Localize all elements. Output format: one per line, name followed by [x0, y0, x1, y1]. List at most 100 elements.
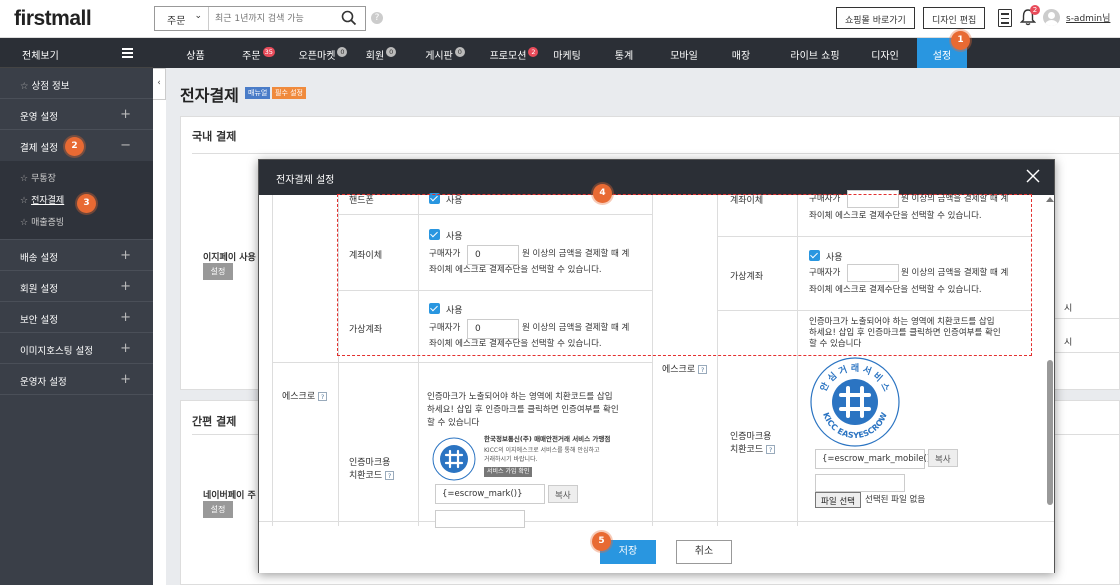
close-icon[interactable] [1026, 169, 1040, 183]
search-category-label: 주문 [167, 16, 186, 27]
sidebar-item-label: 상점 정보 [31, 81, 70, 92]
easy-payment-title: 간편 결제 [192, 415, 237, 428]
mark-code-label: 인증마크용 치환코드? [349, 457, 395, 483]
nav-item-mobile[interactable]: 모바일 [653, 38, 715, 68]
nav-label: 프로모션 [489, 51, 527, 62]
mark-desc-2: 하세요! 삽입 후 인증마크를 클릭하면 인증여부를 확인 [427, 405, 619, 415]
search-category-select[interactable]: 주문 ⌄ [155, 7, 209, 30]
seal-sub-1: KICC의 이지에스크로 서비스를 통해 안심하고 [484, 447, 600, 454]
help-icon[interactable]: ? [371, 12, 383, 24]
nav-badge: 0 [386, 47, 397, 57]
nav-badge: 0 [454, 47, 465, 57]
right-mark-code-label: 인증마크용 치환코드? [730, 431, 776, 457]
username-link[interactable]: s-admin님 [1066, 11, 1110, 24]
copy-button[interactable]: 복사 [548, 485, 578, 503]
seal-title: 한국정보통신(주) 매매안전거래 서비스 가맹점 [484, 435, 611, 443]
domestic-payment-title: 국내 결제 [192, 130, 237, 143]
sidebar-item-delivery[interactable]: 배송 설정 + [0, 240, 153, 271]
sidebar-item-label: 회원 설정 [20, 284, 58, 295]
background-text-fragment: 시 [1064, 338, 1073, 348]
help-icon[interactable]: ? [385, 471, 395, 480]
document-icon[interactable] [998, 9, 1012, 27]
sidebar-item-security[interactable]: 보안 설정 + [0, 302, 153, 333]
scroll-thumb[interactable] [1047, 360, 1053, 505]
cancel-button[interactable]: 취소 [676, 540, 732, 564]
seal-subtext: KICC의 이지에스크로 서비스를 통해 안심하고 거래하시기 바랍니다. [484, 446, 600, 464]
top-bar: firstmall 주문 ⌄ ? 쇼핑몰 바로가기 디자인 편집 2 s-admi… [0, 0, 1120, 38]
escrow-code-input[interactable]: {=escrow_mark()} [435, 484, 545, 504]
right-escrow-code-input[interactable]: {=escrow_mark_mobile()} [815, 449, 936, 469]
search-input[interactable] [215, 7, 335, 30]
nav-item-live-shopping[interactable]: 라이브 쇼핑 [767, 38, 863, 68]
grid-line [272, 362, 652, 363]
sidebar-item-admin[interactable]: 운영자 설정 + [0, 364, 153, 395]
mark-description: 인증마크가 노출되어야 하는 영역에 치환코드를 삽입 하세요! 삽입 후 인증마… [427, 391, 619, 430]
kicc-escrow-seal-large: 안 심 거 래 서 비 스 KICC EASYESCROW [810, 357, 900, 447]
divider [192, 153, 1120, 154]
sidebar-subitem-receipt[interactable]: ☆ 매출증빙 [0, 209, 153, 231]
plus-icon: + [120, 310, 131, 325]
nav-label: 매장 [731, 51, 751, 62]
sidebar-item-label: 결제 설정 [20, 143, 58, 154]
nav-label: 회원 [365, 51, 385, 62]
help-icon[interactable]: ? [766, 445, 776, 454]
sidebar-header-label: 전체보기 [22, 51, 59, 62]
hamburger-icon[interactable] [122, 48, 133, 60]
sidebar-item-store-info[interactable]: ☆ 상점 정보 [0, 68, 153, 99]
modal-scrollbar[interactable] [1045, 195, 1055, 507]
sidebar-item-operation[interactable]: 운영 설정 + [0, 99, 153, 130]
right-copy-button[interactable]: 복사 [928, 449, 958, 467]
plus-icon: + [120, 372, 131, 387]
nav-label: 모바일 [670, 51, 698, 62]
search-icon[interactable] [341, 10, 357, 26]
sidebar-item-label: 보안 설정 [20, 315, 58, 326]
easypay-settings-button[interactable]: 설정 [203, 263, 233, 280]
step-marker-4: 4 [593, 184, 612, 203]
nav-item-design[interactable]: 디자인 [853, 38, 917, 68]
sidebar-item-label: 이미지호스팅 설정 [20, 346, 93, 357]
seal-service-button[interactable]: 서비스 가입 확인 [484, 467, 533, 477]
step-marker-3: 3 [77, 194, 96, 213]
nav-label: 오픈마켓 [298, 51, 336, 62]
logo[interactable]: firstmall [14, 7, 92, 31]
file-path-input[interactable] [435, 510, 525, 528]
naverpay-settings-button[interactable]: 설정 [203, 501, 233, 518]
grid-line [272, 195, 273, 526]
help-icon[interactable]: ? [318, 392, 328, 401]
nav-badge: 35 [262, 47, 275, 57]
file-status-text: 선택된 파일 없음 [865, 495, 926, 505]
naverpay-row-label: 네이버페이 주 [203, 491, 256, 501]
step-marker-2: 2 [65, 137, 84, 156]
nav-label: 라이브 쇼핑 [790, 51, 840, 62]
file-select-button[interactable]: 파일 선택 [815, 492, 861, 508]
page-title: 전자결제 [180, 86, 239, 105]
star-icon: ☆ [20, 218, 29, 228]
shop-shortcut-button[interactable]: 쇼핑몰 바로가기 [836, 7, 915, 29]
divider [1055, 318, 1120, 319]
sidebar-header[interactable]: 전체보기 [0, 38, 153, 68]
nav-item-store[interactable]: 매장 [713, 38, 769, 68]
escrow-label: 에스크로? [282, 389, 328, 402]
nav-item-stats[interactable]: 통계 [594, 38, 654, 68]
help-icon[interactable]: ? [698, 365, 708, 374]
right-escrow-label: 에스크로? [662, 362, 708, 375]
design-edit-button[interactable]: 디자인 편집 [923, 7, 986, 29]
scroll-up-icon[interactable] [1046, 197, 1054, 202]
required-badge: 필수 설정 [272, 87, 306, 99]
minus-icon: − [120, 138, 131, 153]
kicc-escrow-seal-small [432, 437, 476, 481]
mark-code-label-2-wrap: 치환코드? [349, 470, 395, 483]
sidebar-subitem-label: 무통장 [31, 174, 56, 184]
chevron-down-icon: ⌄ [194, 11, 202, 21]
avatar[interactable] [1043, 9, 1060, 26]
sidebar-item-image-hosting[interactable]: 이미지호스팅 설정 + [0, 333, 153, 364]
mark-desc-3: 할 수 있습니다 [427, 418, 480, 428]
sidebar-collapse-tab[interactable]: ‹ [153, 68, 166, 100]
sidebar-subitem-bank[interactable]: ☆ 무통장 [0, 165, 153, 187]
sidebar-item-member[interactable]: 회원 설정 + [0, 271, 153, 302]
nav-label: 디자인 [871, 51, 899, 62]
manual-badge[interactable]: 매뉴얼 [245, 87, 271, 99]
sidebar-item-label: 운영자 설정 [20, 377, 67, 388]
right-file-path-input[interactable] [815, 474, 905, 492]
nav-item-marketing[interactable]: 마케팅 [537, 38, 597, 68]
